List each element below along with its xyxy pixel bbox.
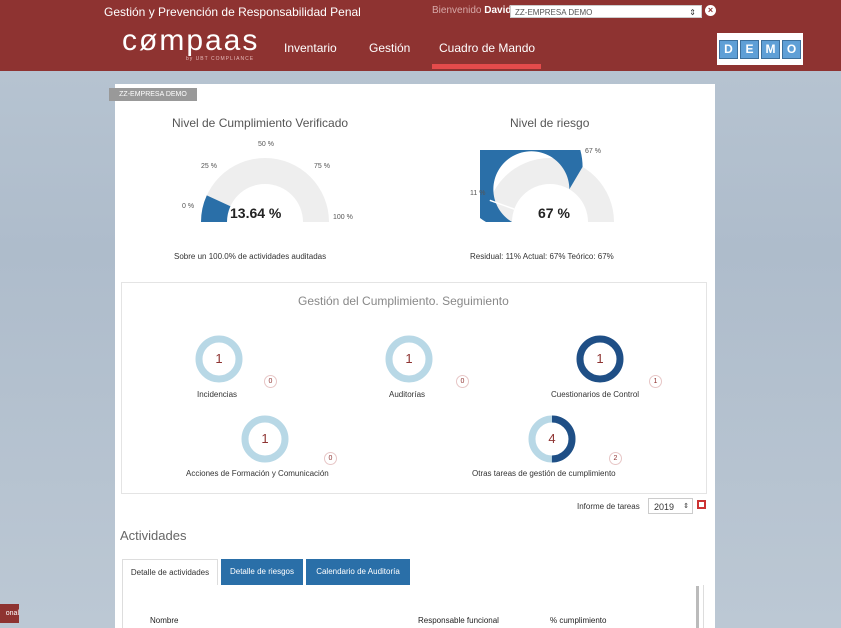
demo-badge: D E M O bbox=[717, 33, 803, 65]
compliance-tick-100: 100 % bbox=[333, 214, 353, 221]
incidencias-count: 1 bbox=[215, 351, 223, 366]
compaas-logo[interactable]: cømpaas bbox=[122, 26, 259, 56]
auditorias-badge: 0 bbox=[456, 375, 469, 388]
close-icon[interactable]: × bbox=[705, 5, 716, 16]
tab-detalle-riesgos[interactable]: Detalle de riesgos bbox=[221, 559, 303, 585]
nav-cuadro-de-mando[interactable]: Cuadro de Mando bbox=[439, 41, 535, 55]
year-select-value: 2019 bbox=[654, 502, 675, 512]
select-arrows-icon: ⇕ bbox=[683, 503, 689, 510]
company-select-value: ZZ-EMPRESA DEMO bbox=[515, 8, 593, 17]
compliance-gauge-title: Nivel de Cumplimiento Verificado bbox=[172, 116, 349, 130]
compliance-caption: Sobre un 100.0% de actividades auditadas bbox=[174, 252, 327, 261]
company-chip: ZZ-EMPRESA DEMO bbox=[109, 88, 197, 101]
otras-tareas-label: Otras tareas de gestión de cumplimiento bbox=[472, 469, 616, 478]
otras-tareas-count: 4 bbox=[548, 431, 556, 446]
year-select[interactable]: 2019 ⇕ bbox=[648, 498, 693, 514]
incidencias-label: Incidencias bbox=[197, 390, 238, 399]
otras-tareas-badge: 2 bbox=[609, 452, 622, 465]
risk-tick-residual: 11 % bbox=[470, 190, 486, 197]
activities-tab-content bbox=[122, 585, 704, 628]
risk-tick-actual: 67 % bbox=[585, 148, 601, 155]
welcome-prefix: Bienvenido bbox=[432, 5, 482, 16]
column-header-nombre[interactable]: Nombre bbox=[150, 616, 178, 625]
auditorias-count: 1 bbox=[405, 351, 413, 366]
logo-subtitle: by UBT COMPLIANCE bbox=[186, 56, 255, 62]
cuestionarios-badge: 1 bbox=[649, 375, 662, 388]
compliance-gauge-value: 13.64 % bbox=[230, 205, 282, 221]
column-header-responsable[interactable]: Responsable funcional bbox=[418, 616, 499, 625]
cuestionarios-count: 1 bbox=[596, 351, 604, 366]
demo-letter: M bbox=[761, 39, 780, 59]
print-icon[interactable] bbox=[697, 500, 706, 509]
top-header: Gestión y Prevención de Responsabilidad … bbox=[0, 0, 841, 71]
cuestionarios-label: Cuestionarios de Control bbox=[551, 390, 640, 399]
nav-inventario[interactable]: Inventario bbox=[284, 41, 337, 55]
compliance-tick-0: 0 % bbox=[182, 203, 195, 210]
auditorias-label: Auditorías bbox=[389, 390, 426, 399]
risk-gauge-title: Nivel de riesgo bbox=[510, 116, 590, 130]
report-label: Informe de tareas bbox=[577, 502, 640, 511]
tab-detalle-actividades[interactable]: Detalle de actividades bbox=[122, 559, 218, 585]
table-scrollbar[interactable] bbox=[696, 586, 699, 628]
select-arrows-icon: ⇕ bbox=[689, 8, 696, 17]
column-header-cumplimiento[interactable]: % cumplimiento bbox=[550, 616, 606, 625]
compliance-tick-50: 50 % bbox=[258, 141, 274, 148]
acciones-label: Acciones de Formación y Comunicación bbox=[186, 469, 329, 478]
demo-letter: E bbox=[740, 39, 759, 59]
tracking-title: Gestión del Cumplimiento. Seguimiento bbox=[298, 294, 509, 308]
side-tab-label[interactable]: onal bbox=[0, 604, 19, 623]
incidencias-badge: 0 bbox=[264, 375, 277, 388]
user-name: David bbox=[484, 5, 512, 16]
nav-active-indicator bbox=[432, 64, 541, 69]
tab-calendario-auditoria[interactable]: Calendario de Auditoría bbox=[306, 559, 410, 585]
acciones-count: 1 bbox=[261, 431, 269, 446]
acciones-badge: 0 bbox=[324, 452, 337, 465]
nav-gestion[interactable]: Gestión bbox=[369, 41, 410, 55]
demo-letter: D bbox=[719, 39, 738, 59]
risk-caption: Residual: 11% Actual: 67% Teórico: 67% bbox=[470, 252, 614, 261]
app-title: Gestión y Prevención de Responsabilidad … bbox=[104, 5, 361, 19]
compliance-tick-75: 75 % bbox=[314, 163, 330, 170]
risk-gauge-value: 67 % bbox=[538, 205, 570, 221]
compliance-tick-25: 25 % bbox=[201, 163, 217, 170]
company-select[interactable]: ZZ-EMPRESA DEMO ⇕ bbox=[510, 5, 702, 18]
demo-letter: O bbox=[782, 39, 801, 59]
activities-title: Actividades bbox=[120, 528, 187, 543]
